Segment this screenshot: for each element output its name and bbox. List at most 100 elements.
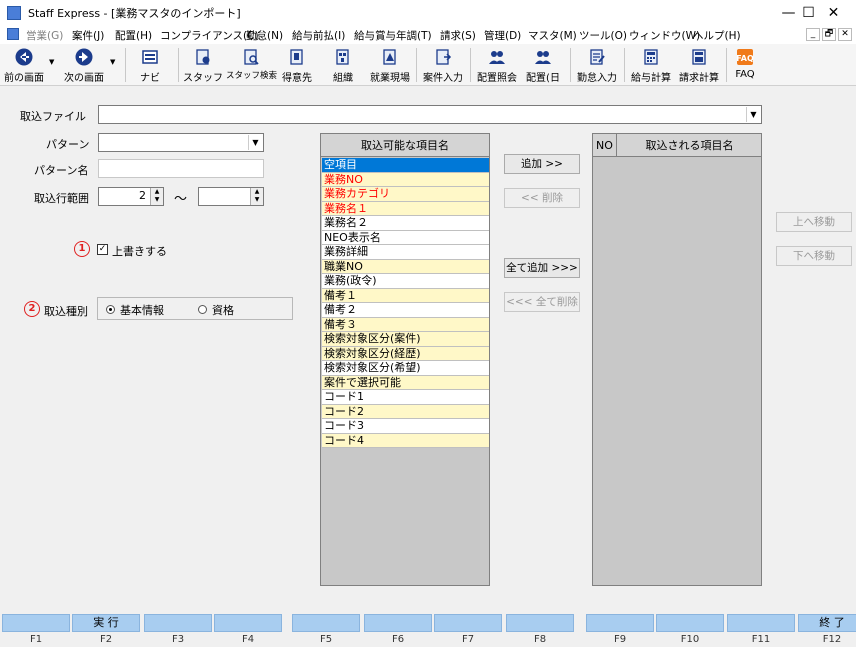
available-items-header: 取込可能な項目名 — [321, 134, 489, 157]
range-from-input[interactable]: 2 ▲ ▼ — [98, 187, 164, 206]
organization-button[interactable]: 組織 — [324, 46, 362, 84]
attendance-entry-button[interactable]: 勤怠入力 — [574, 46, 620, 84]
range-to-input[interactable]: ▲ ▼ — [198, 187, 264, 206]
mdi-restore-button[interactable]: 🗗 — [822, 28, 836, 41]
radio-qualification[interactable] — [198, 305, 207, 314]
worksite-button[interactable]: 就業現場 — [368, 46, 412, 84]
pattern-name-label: パターン名 — [34, 164, 89, 177]
available-item[interactable]: 職業NO — [322, 259, 489, 274]
chevron-down-icon[interactable]: ▼ — [248, 135, 262, 150]
fkey-f2-label: F2 — [99, 634, 113, 645]
file-select[interactable]: ▼ — [98, 105, 762, 124]
spin-down-icon[interactable]: ▼ — [151, 196, 163, 204]
staff-button[interactable]: スタッフ — [182, 46, 224, 84]
menu-kyuyo-shoyo[interactable]: 給与賞与年調(T) — [354, 28, 432, 43]
add-all-button[interactable]: 全て追加 >>> — [504, 258, 580, 278]
next-dropdown-icon[interactable]: ▼ — [110, 58, 115, 66]
prev-screen-button[interactable]: 前の画面 — [2, 46, 46, 84]
fkey-f5-button[interactable] — [292, 614, 360, 632]
menu-eigyo[interactable]: 営業(G) — [26, 28, 63, 43]
available-item[interactable]: コード3 — [322, 419, 489, 434]
staff-icon — [196, 49, 210, 65]
available-item[interactable]: 業務(政令) — [322, 274, 489, 289]
organization-icon — [336, 49, 349, 65]
close-button[interactable]: ✕ — [811, 0, 856, 26]
file-label: 取込ファイル — [20, 110, 86, 123]
fkey-f4-button[interactable] — [214, 614, 282, 632]
fkey-f8-button[interactable] — [506, 614, 574, 632]
radio-basic-info[interactable] — [106, 305, 115, 314]
range-from-spinner[interactable]: ▲ ▼ — [150, 188, 163, 205]
case-entry-button[interactable]: 案件入力 — [420, 46, 466, 84]
menu-haichi[interactable]: 配置(H) — [115, 28, 152, 43]
available-item[interactable]: 案件で選択可能 — [322, 375, 489, 390]
available-item[interactable]: 検索対象区分(案件) — [322, 332, 489, 347]
available-item[interactable]: コード2 — [322, 404, 489, 419]
imported-items-list[interactable]: NO 取込される項目名 — [592, 133, 762, 586]
arrow-right-icon — [75, 48, 93, 66]
customer-button[interactable]: 得意先 — [278, 46, 316, 84]
add-button[interactable]: 追加 >> — [504, 154, 580, 174]
remove-all-button[interactable]: <<< 全て削除 — [504, 292, 580, 312]
toolbar-separator — [416, 48, 417, 82]
available-item[interactable]: 業務詳細 — [322, 245, 489, 260]
prev-dropdown-icon[interactable]: ▼ — [49, 58, 54, 66]
next-screen-button[interactable]: 次の画面 — [60, 46, 108, 84]
available-item[interactable]: 空項目 — [322, 158, 489, 173]
range-to-spinner[interactable]: ▲ ▼ — [250, 188, 263, 205]
pattern-select[interactable]: ▼ — [98, 133, 264, 152]
navi-button[interactable]: ナビ — [132, 46, 168, 84]
menu-tools[interactable]: ツール(O) — [579, 28, 627, 43]
menu-help[interactable]: ヘルプ(H) — [693, 28, 741, 43]
spin-up-icon[interactable]: ▲ — [251, 188, 263, 196]
available-item[interactable]: 備考２ — [322, 303, 489, 318]
available-item[interactable]: 検索対象区分(経歴) — [322, 346, 489, 361]
menu-compliance[interactable]: コンプライアンス(C) — [160, 28, 259, 43]
payroll-calc-button[interactable]: 給与計算 — [628, 46, 674, 84]
move-up-button[interactable]: 上へ移動 — [776, 212, 852, 232]
available-item[interactable]: 検索対象区分(希望) — [322, 361, 489, 376]
fkey-f10-button[interactable] — [656, 614, 724, 632]
available-item[interactable]: 業務名２ — [322, 216, 489, 231]
spin-up-icon[interactable]: ▲ — [151, 188, 163, 196]
menu-kyuyo-maebarai[interactable]: 給与前払(I) — [292, 28, 345, 43]
assignment-inquiry-button[interactable]: 配置照会 — [474, 46, 520, 84]
mdi-close-button[interactable]: ✕ — [838, 28, 852, 41]
menu-kintai[interactable]: 勤怠(N) — [246, 28, 283, 43]
fkey-f3-button[interactable] — [144, 614, 212, 632]
available-item[interactable]: 備考１ — [322, 288, 489, 303]
fkey-f11-button[interactable] — [727, 614, 795, 632]
overwrite-checkbox[interactable]: ✓ — [97, 244, 108, 255]
available-item[interactable]: 業務NO — [322, 172, 489, 187]
menu-seikyu[interactable]: 請求(S) — [440, 28, 476, 43]
staff-search-button[interactable]: スタッフ検索 — [226, 46, 277, 84]
menu-window[interactable]: ウィンドウ(W) — [629, 28, 700, 43]
fkey-f2-button[interactable]: 実 行 — [72, 614, 140, 632]
available-item[interactable]: コード4 — [322, 433, 489, 448]
faq-button[interactable]: FAQ FAQ — [728, 46, 762, 84]
fkey-f9-button[interactable] — [586, 614, 654, 632]
available-item[interactable]: NEO表示名 — [322, 230, 489, 245]
remove-button[interactable]: << 削除 — [504, 188, 580, 208]
menu-anken[interactable]: 案件(J) — [72, 28, 104, 43]
fkey-f6-button[interactable] — [364, 614, 432, 632]
spin-down-icon[interactable]: ▼ — [251, 196, 263, 204]
range-label: 取込行範囲 — [34, 192, 89, 205]
fkey-f12-button[interactable]: 終 了 — [798, 614, 856, 632]
billing-calc-button[interactable]: 請求計算 — [676, 46, 722, 84]
fkey-f7-button[interactable] — [434, 614, 502, 632]
mdi-minimize-button[interactable]: _ — [806, 28, 820, 41]
menu-kanri[interactable]: 管理(D) — [484, 28, 521, 43]
move-down-button[interactable]: 下へ移動 — [776, 246, 852, 266]
chevron-down-icon[interactable]: ▼ — [746, 107, 760, 122]
available-items-list[interactable]: 取込可能な項目名 空項目 業務NO 業務カテゴリ 業務名１ 業務名２ NEO表示名 業務詳細… — [320, 133, 490, 586]
available-item[interactable]: 業務名１ — [322, 201, 489, 216]
available-item[interactable]: コード1 — [322, 390, 489, 405]
menu-master[interactable]: マスタ(M) — [528, 28, 577, 43]
available-item[interactable]: 業務カテゴリ — [322, 187, 489, 202]
assignment-daily-button[interactable]: 配置(日 — [522, 46, 564, 84]
fkey-f1-button[interactable] — [2, 614, 70, 632]
available-item[interactable]: 備考３ — [322, 317, 489, 332]
imported-name-column-header: 取込される項目名 — [645, 139, 734, 152]
pattern-name-input[interactable] — [98, 159, 264, 178]
